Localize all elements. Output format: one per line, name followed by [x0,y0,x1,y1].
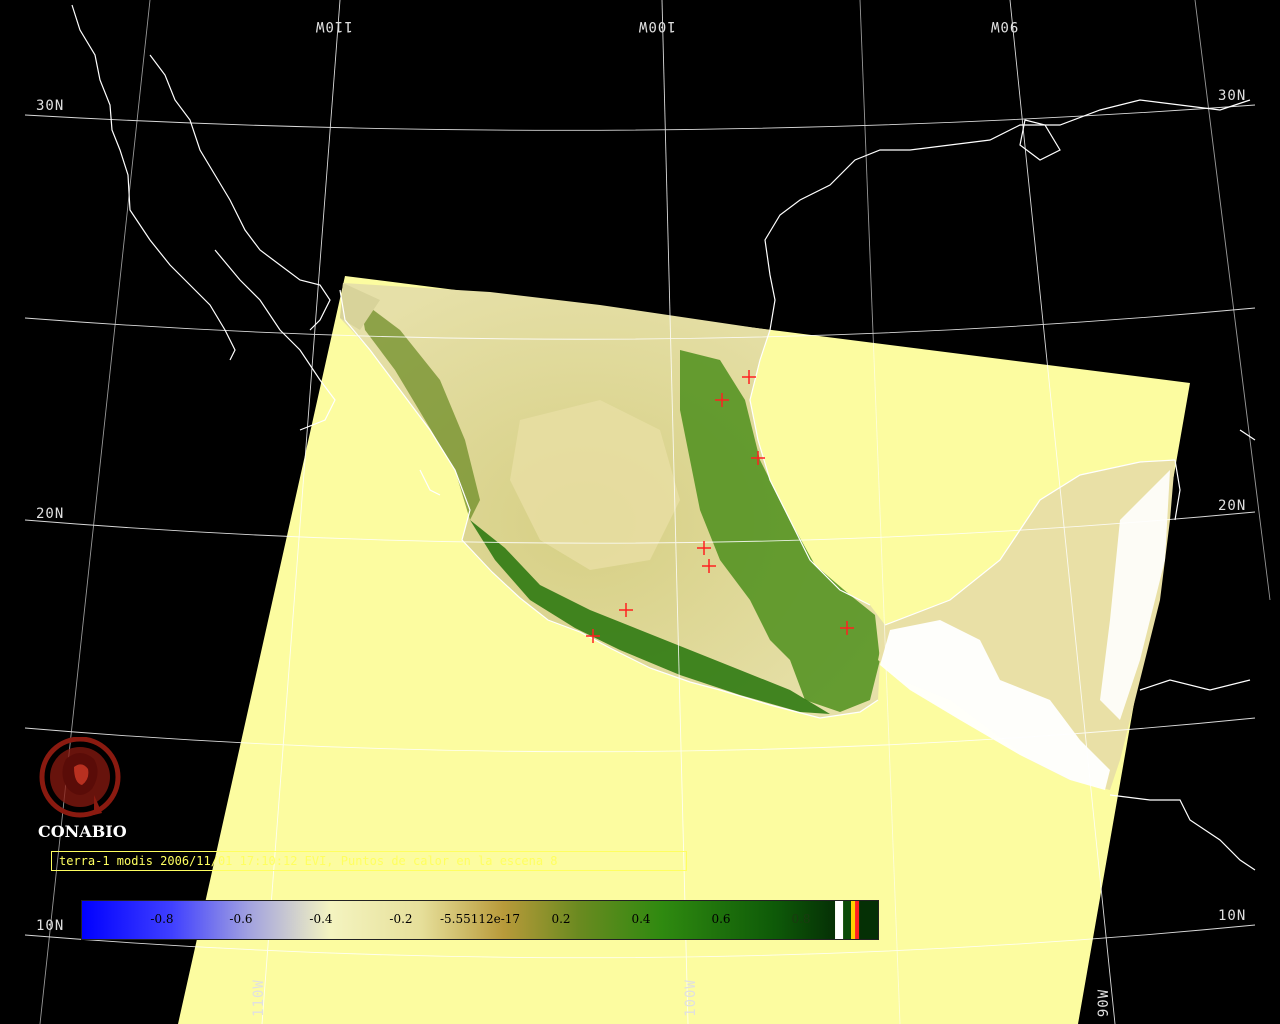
lon-label-110w: 110W [315,18,353,34]
colorbar-label: -0.2 [389,912,413,926]
lon-label-90w-bottom: 90W [1096,988,1113,1018]
colorbar-label: 0.2 [551,912,571,926]
colorbar-label: -0.8 [150,912,174,926]
lat-label-20n-right: 20N [1218,498,1247,514]
conabio-logo [39,737,121,818]
lat-label-10n: 10N [36,918,65,934]
lat-label-10n-right: 10N [1218,908,1247,924]
lat-label-30n: 30N [36,98,65,114]
colorbar-label: -5.55112e-17 [439,912,521,926]
colorbar-label: 0.8 [791,912,811,926]
lon-label-100w: 100W [638,18,676,34]
scene-caption: terra-1 modis 2006/11/01 17:10:12 EVI, P… [51,851,687,871]
colorbar-label: -0.4 [309,912,333,926]
lat-label-30n-right: 30N [1218,88,1247,104]
logo-label: CONABIO [38,822,127,841]
colorbar-label: -0.6 [229,912,253,926]
colorbar-label: 0.6 [711,912,731,926]
lon-label-90w: 90W [990,18,1019,34]
lon-label-100w-bottom: 100W [682,979,699,1017]
lon-label-110w-bottom: 110W [250,979,267,1017]
colorbar-label: 0.4 [631,912,651,926]
lat-label-20n: 20N [36,506,65,522]
